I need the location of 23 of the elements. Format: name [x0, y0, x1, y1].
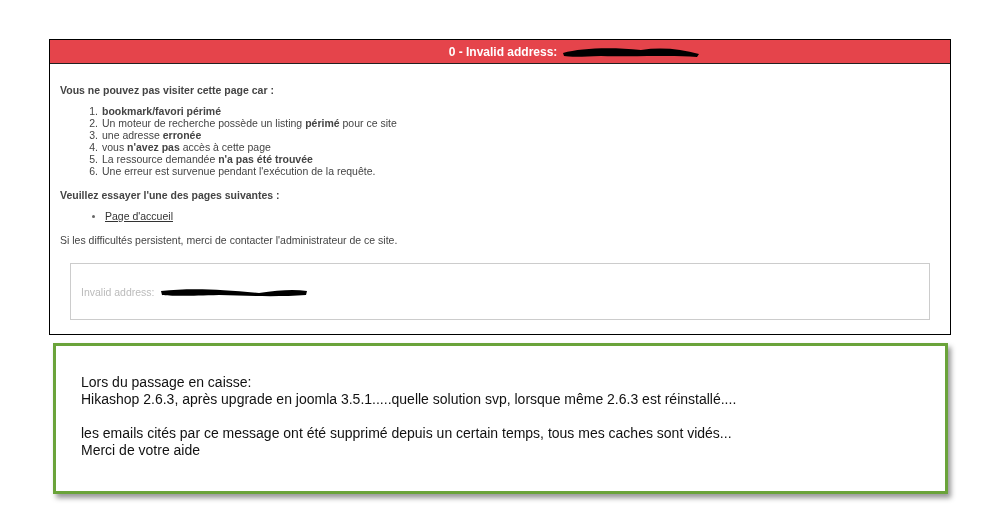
- message-text: Invalid address:: [81, 285, 155, 298]
- list-number: 5.: [88, 153, 98, 165]
- error-title: 0 - Invalid address:: [448, 44, 558, 59]
- home-link[interactable]: Page d'accueil: [105, 210, 173, 222]
- reason-text: Une erreur est survenue pendant l'exécution de la requête.: [102, 165, 376, 177]
- note-text: Hikashop 2.6.3, après upgrade en joomla 3.5.1.....quelle solution svp, lorsque même 2.6.3 est réinstallé....: [81, 391, 738, 408]
- list-number: 3.: [88, 129, 98, 141]
- reason-text: La ressource demandée n'a pas été trouvée: [102, 153, 313, 165]
- contact-text: Si les difficultés persistent, merci de contacter l'administrateur de ce site.: [60, 234, 399, 246]
- reason-text: vous n'avez pas accès à cette page: [102, 141, 271, 153]
- reason-text: bookmark/favori périmé: [102, 105, 222, 117]
- reason-heading: Vous ne pouvez pas visiter cette page car :: [60, 84, 275, 96]
- reason-text: Un moteur de recherche possède un listing périmé pour ce site: [102, 117, 397, 129]
- list-number: 6.: [88, 165, 98, 177]
- reason-text: une adresse erronée: [102, 129, 202, 141]
- list-number: 1.: [88, 105, 98, 117]
- bullet-icon: [92, 214, 95, 218]
- note-text: les emails cités par ce message ont été supprimé depuis un certain temps, tous mes caches sont vidés...: [81, 425, 733, 442]
- list-number: 4.: [88, 141, 98, 153]
- note-text: Lors du passage en caisse:: [81, 374, 253, 391]
- suggestion-heading: Veuillez essayer l'une des pages suivantes :: [60, 189, 281, 201]
- list-number: 2.: [88, 117, 98, 129]
- note-text: Merci de votre aide: [81, 442, 202, 459]
